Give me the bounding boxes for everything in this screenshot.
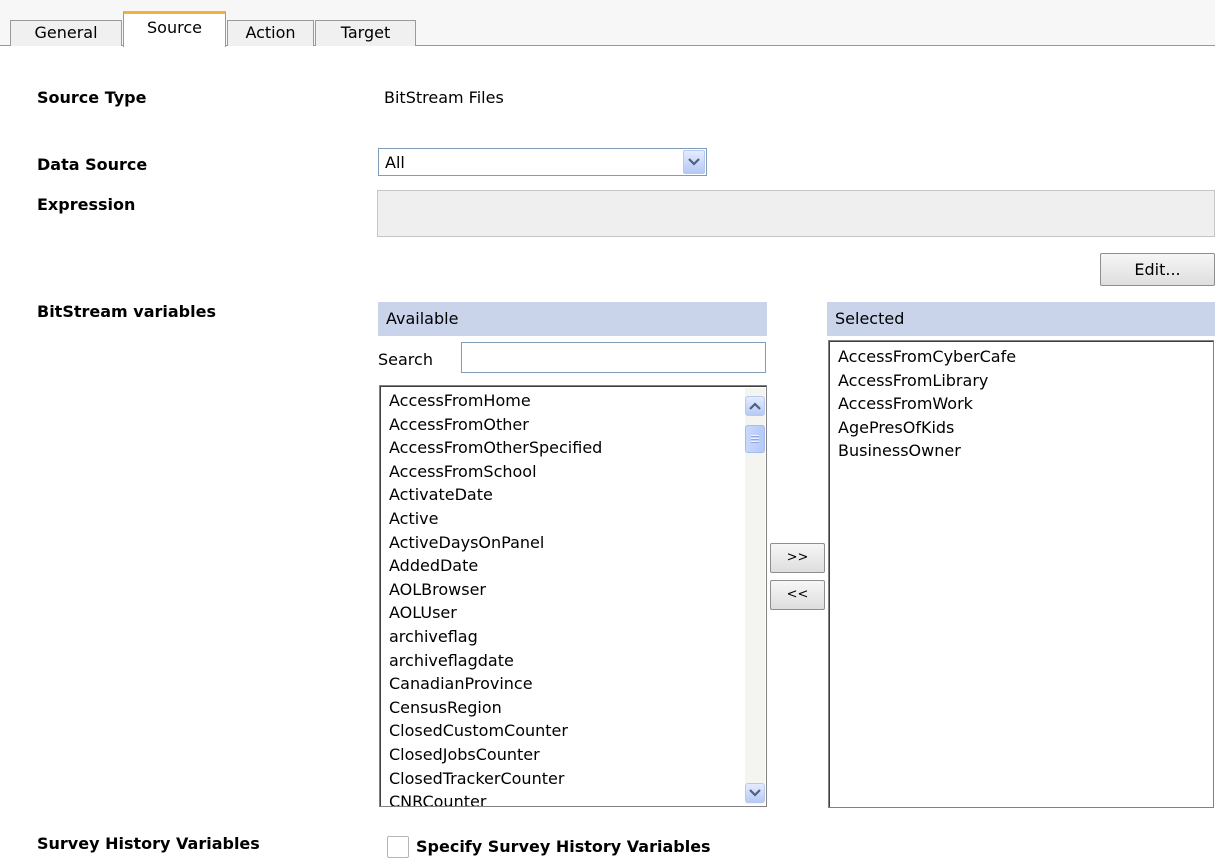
scrollbar[interactable] <box>745 388 765 804</box>
expression-label: Expression <box>37 195 136 214</box>
selected-list-item[interactable]: AccessFromLibrary <box>838 369 1016 393</box>
chevron-down-icon <box>749 789 761 797</box>
bitstream-variables-label: BitStream variables <box>37 302 216 321</box>
tab-source[interactable]: Source <box>123 11 226 47</box>
selected-list[interactable]: AccessFromCyberCafe AccessFromLibrary Acce… <box>828 340 1214 808</box>
available-items: AccessFromHome AccessFromOther AccessFromO… <box>389 389 602 806</box>
available-list-item[interactable]: CNRCounter <box>389 790 602 806</box>
available-list-item[interactable]: CensusRegion <box>389 696 602 720</box>
add-button[interactable]: >> <box>770 543 825 573</box>
remove-button[interactable]: << <box>770 580 825 610</box>
available-header: Available <box>378 302 767 336</box>
available-list-item[interactable]: AOLUser <box>389 601 602 625</box>
data-source-value: All <box>385 153 405 172</box>
chevron-up-icon <box>749 402 761 410</box>
chevron-down-icon[interactable] <box>683 150 705 174</box>
available-list-item[interactable]: AddedDate <box>389 554 602 578</box>
available-list-item[interactable]: ActivateDate <box>389 483 602 507</box>
source-type-value: BitStream Files <box>384 88 504 107</box>
available-list-item[interactable]: AccessFromOtherSpecified <box>389 436 602 460</box>
scroll-thumb[interactable] <box>745 425 765 453</box>
available-list-item[interactable]: archiveflag <box>389 625 602 649</box>
available-list-item[interactable]: AOLBrowser <box>389 578 602 602</box>
search-input[interactable] <box>461 342 766 373</box>
available-list-item[interactable]: archiveflagdate <box>389 649 602 673</box>
available-list-item[interactable]: AccessFromOther <box>389 413 602 437</box>
survey-history-checkbox-label[interactable]: Specify Survey History Variables <box>416 837 711 856</box>
expression-field[interactable] <box>377 190 1215 237</box>
data-source-select[interactable]: All <box>378 148 707 176</box>
tab-bar: General Source Action Target <box>0 0 1215 47</box>
available-list-item[interactable]: ActiveDaysOnPanel <box>389 531 602 555</box>
available-list-item[interactable]: ClosedTrackerCounter <box>389 767 602 791</box>
available-list-item[interactable]: CanadianProvince <box>389 672 602 696</box>
scroll-down-button[interactable] <box>745 783 765 803</box>
selected-items: AccessFromCyberCafe AccessFromLibrary Acce… <box>838 345 1016 463</box>
data-source-label: Data Source <box>37 155 148 174</box>
tab-target[interactable]: Target <box>315 20 416 46</box>
tab-action[interactable]: Action <box>227 20 314 46</box>
available-list-item[interactable]: AccessFromSchool <box>389 460 602 484</box>
search-label: Search <box>378 350 433 369</box>
available-list-item[interactable]: AccessFromHome <box>389 389 602 413</box>
available-list[interactable]: AccessFromHome AccessFromOther AccessFromO… <box>379 385 767 807</box>
selected-list-item[interactable]: AccessFromCyberCafe <box>838 345 1016 369</box>
edit-button[interactable]: Edit... <box>1100 253 1215 286</box>
source-type-label: Source Type <box>37 88 147 107</box>
available-list-item[interactable]: Active <box>389 507 602 531</box>
selected-list-item[interactable]: BusinessOwner <box>838 439 1016 463</box>
available-list-item[interactable]: ClosedJobsCounter <box>389 743 602 767</box>
selected-header: Selected <box>827 302 1215 336</box>
survey-history-checkbox[interactable] <box>387 836 409 858</box>
tab-general[interactable]: General <box>10 20 122 46</box>
selected-list-item[interactable]: AgePresOfKids <box>838 416 1016 440</box>
selected-list-item[interactable]: AccessFromWork <box>838 392 1016 416</box>
survey-history-label: Survey History Variables <box>37 834 260 853</box>
scroll-up-button[interactable] <box>745 396 765 416</box>
available-list-item[interactable]: ClosedCustomCounter <box>389 719 602 743</box>
